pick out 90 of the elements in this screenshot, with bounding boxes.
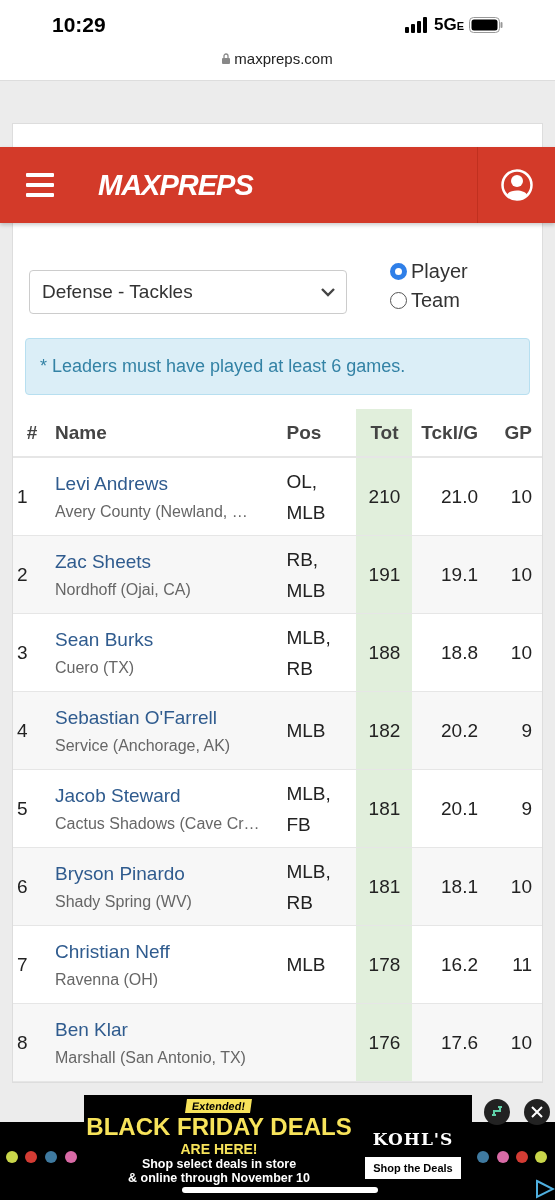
per-game-cell: 18.1 (412, 847, 490, 926)
school-text: Avery County (Newland, … (55, 502, 249, 521)
position-text: MLB (286, 500, 327, 525)
clock-time: 10:29 (52, 13, 106, 37)
games-cell: 10 (490, 1003, 542, 1082)
total-cell: 181 (356, 769, 413, 848)
rank-cell: 6 (13, 847, 51, 926)
games-cell: 10 (490, 535, 542, 614)
per-game-cell: 19.1 (412, 535, 490, 614)
per-game-cell: 21.0 (412, 457, 490, 536)
school-text: Cuero (TX) (55, 658, 136, 677)
player-link[interactable]: Sebastian O'Farrell (55, 706, 287, 729)
notice-message: * Leaders must have played at least 6 games. (25, 338, 530, 395)
chevron-down-icon (320, 287, 336, 297)
school-text: Nordhoff (Ojai, CA) (55, 580, 192, 599)
battery-icon (469, 17, 503, 33)
per-game-cell: 20.2 (412, 691, 490, 770)
ad-headline: BLACK FRIDAY DEALS (86, 1113, 352, 1141)
per-game-cell: 20.1 (412, 769, 490, 848)
rank-cell: 5 (13, 769, 51, 848)
games-cell: 11 (490, 925, 542, 1004)
player-link[interactable]: Bryson Pinardo (55, 862, 287, 885)
lock-icon (222, 53, 231, 64)
total-cell: 210 (356, 457, 413, 536)
school-text: Cactus Shadows (Cave Cr… (55, 814, 261, 833)
play-icon (533, 1178, 555, 1200)
ad-text: Shop select deals in store (141, 1157, 297, 1171)
per-game-cell: 18.8 (412, 613, 490, 692)
player-link[interactable]: Jacob Steward (55, 784, 287, 807)
player-link[interactable]: Levi Andrews (55, 472, 287, 495)
player-link[interactable]: Sean Burks (55, 628, 287, 651)
ad-brand: KOHL'S (372, 1128, 454, 1149)
position-text: RB (286, 656, 314, 681)
menu-button[interactable] (26, 173, 54, 197)
signal-icon (404, 17, 429, 33)
rank-cell: 3 (13, 613, 51, 692)
school-text: Service (Anchorage, AK) (55, 736, 232, 755)
total-cell: 176 (356, 1003, 413, 1082)
total-cell: 181 (356, 847, 413, 926)
total-cell: 191 (356, 535, 413, 614)
per-game-cell: 17.6 (412, 1003, 490, 1082)
position-text: MLB, (286, 859, 332, 884)
rank-cell: 1 (13, 457, 51, 536)
rank-cell: 7 (13, 925, 51, 1004)
player-link[interactable]: Christian Neff (55, 940, 287, 963)
games-cell: 10 (490, 847, 542, 926)
ad-subheadline: ARE HERE! (180, 1141, 258, 1157)
games-cell: 9 (490, 691, 542, 770)
games-cell: 9 (490, 769, 542, 848)
rank-cell: 8 (13, 1003, 51, 1082)
dots-drawing (477, 1151, 547, 1163)
school-text: Shady Spring (WV) (55, 892, 193, 911)
rank-cell: 2 (13, 535, 51, 614)
link-icon (490, 1105, 504, 1119)
position-text: RB (286, 890, 314, 915)
close-icon (531, 1106, 543, 1118)
games-cell: 10 (490, 613, 542, 692)
ad-badge: Extended! (185, 1099, 253, 1113)
stat-dropdown[interactable]: Defense - Tackles (29, 270, 347, 314)
position-text: RB, (286, 547, 320, 572)
position-text: MLB (286, 578, 327, 603)
link-button[interactable] (484, 1099, 510, 1125)
player-link[interactable]: Ben Klar (55, 1018, 287, 1041)
rank-cell: 4 (13, 691, 51, 770)
dots-drawing (6, 1151, 77, 1163)
address-url[interactable]: maxpreps.com (234, 50, 333, 67)
school-text: Ravenna (OH) (55, 970, 160, 989)
position-text: OL, (286, 469, 319, 494)
close-button[interactable] (524, 1099, 550, 1125)
network-suffix: E (456, 20, 464, 32)
site-logo[interactable]: MAXPREPS (98, 168, 477, 202)
network-label: 5G (433, 15, 457, 35)
position-text: MLB (286, 953, 327, 977)
column-header: Tot (356, 409, 413, 457)
scope-radio[interactable]: Player (390, 260, 530, 283)
total-cell: 178 (356, 925, 413, 1004)
position-text: FB (286, 812, 312, 837)
shop-button[interactable]: Shop the Deals (365, 1156, 461, 1179)
total-cell: 182 (356, 691, 413, 770)
position-text: MLB, (286, 781, 332, 806)
position-text: MLB, (286, 625, 332, 650)
school-text: Marshall (San Antonio, TX) (55, 1048, 247, 1067)
user-icon (500, 169, 533, 201)
position-text: MLB (286, 719, 327, 743)
ad-text: & online through November 10 (128, 1171, 310, 1185)
total-cell: 188 (356, 613, 413, 692)
games-cell: 10 (490, 457, 542, 536)
scope-radio[interactable]: Team (390, 289, 530, 312)
player-link[interactable]: Zac Sheets (55, 550, 287, 573)
per-game-cell: 16.2 (412, 925, 490, 1004)
